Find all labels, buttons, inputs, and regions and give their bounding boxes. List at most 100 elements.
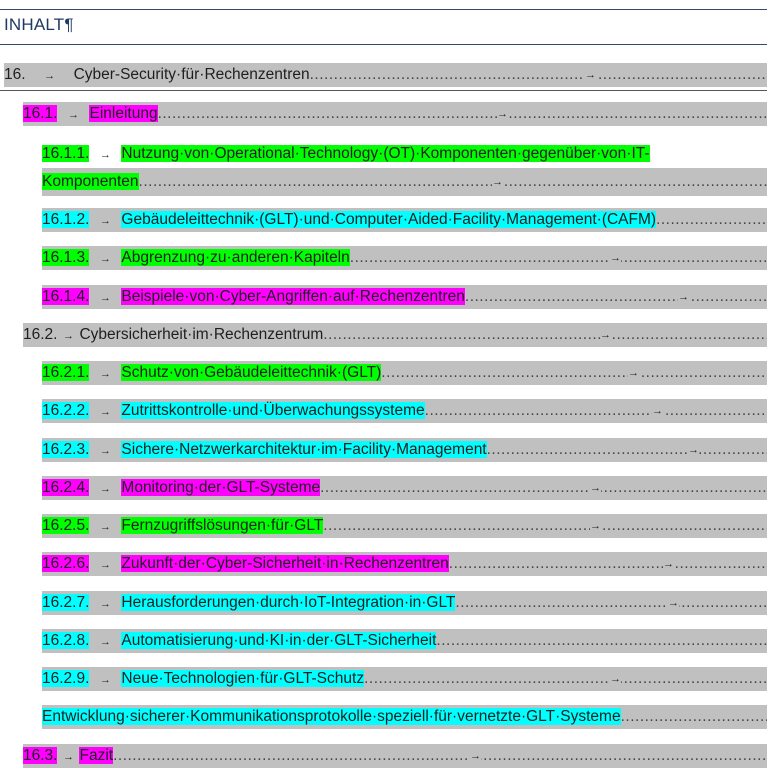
toc-entry-title: Monitoring·der·GLT-Systeme xyxy=(121,479,321,496)
toc-entry[interactable]: 16.2.3. → Sichere·Netzwerkarchitektur·im·F… xyxy=(42,438,767,462)
toc-entry[interactable]: 16.2.7. → Herausforderungen·durch·IoT-Inte… xyxy=(42,591,767,615)
toc-entry[interactable]: 16.2.4. → Monitoring·der·GLT-Systeme......… xyxy=(42,476,767,500)
toc-entry[interactable]: 16.1.1. → Nutzung·von·Operational·Technolo… xyxy=(42,140,767,196)
toc-entry[interactable]: 16.1.4. → Beispiele·von·Cyber-Angriffen·au… xyxy=(42,285,767,309)
page-tab-arrow-icon: → xyxy=(590,476,601,500)
dot-leader: ........................................… xyxy=(364,670,767,687)
toc-entry[interactable]: 16.3. → Fazit.............................… xyxy=(23,744,767,768)
page-tab-arrow-icon: → xyxy=(678,285,689,309)
toc-entry[interactable]: 16.1.2. → Gebäudeleittechnik·(GLT)·und·Com… xyxy=(42,208,767,232)
page-tab-arrow-icon: → xyxy=(668,591,679,615)
toc-entry-title: Beispiele·von·Cyber-Angriffen·auf·Rechen… xyxy=(121,288,465,305)
toc-entry-title: Schutz·von·Gebäudeleittechnik·(GLT) xyxy=(121,364,382,381)
toc-entry-title: Zutrittskontrolle·und·Überwachungssystem… xyxy=(121,402,425,419)
toc-entry[interactable]: 16.1.3. → Abgrenzung·zu·anderen·Kapiteln..… xyxy=(42,246,767,270)
toc-entry-title: Gebäudeleittechnik·(GLT)·und·Computer·Ai… xyxy=(121,211,657,228)
tab-arrow-icon: → xyxy=(67,109,79,121)
toc-entry-number: 16.1. xyxy=(23,105,58,122)
page-tab-arrow-icon: → xyxy=(497,102,508,126)
dot-leader: ........................................… xyxy=(113,747,767,764)
toc-entry-number: 16.2.9. xyxy=(42,670,90,687)
toc-entry-title: Entwicklung·sicherer·Kommunikationsproto… xyxy=(42,708,621,725)
toc-entry-title: Herausforderungen·durch·IoT-Integration·… xyxy=(121,594,456,611)
toc-entry-number: 16.1.2. xyxy=(42,211,90,228)
page-tab-arrow-icon: → xyxy=(652,399,663,423)
dot-leader: ........................................… xyxy=(381,364,767,381)
toc-entry[interactable]: 16.2. → Cybersicherheit·im·Rechenzentrum..… xyxy=(23,323,767,347)
page-tab-arrow-icon: → xyxy=(492,168,503,196)
toc-entry-number: 16.1.4. xyxy=(42,288,90,305)
dot-leader: ........................................… xyxy=(424,402,767,419)
tab-arrow-icon: → xyxy=(99,215,111,227)
toc-entry-number: 16.1.1. xyxy=(42,145,90,162)
toc-entry[interactable]: 16.1. → Einleitung........................… xyxy=(23,102,767,126)
tab-arrow-icon: → xyxy=(99,598,111,610)
dot-leader: ........................................… xyxy=(436,632,767,649)
page-tab-arrow-icon: → xyxy=(610,246,621,270)
page-tab-arrow-icon: → xyxy=(470,744,481,768)
dot-leader: ........................................… xyxy=(455,594,767,611)
tab-arrow-icon: → xyxy=(62,330,74,342)
tab-arrow-icon: → xyxy=(99,149,111,161)
dot-leader: ........................................… xyxy=(320,479,767,496)
dot-leader: ........................................… xyxy=(656,211,767,228)
toc-entry[interactable]: 16.2.6. → Zukunft·der·Cyber-Sicherheit·in·… xyxy=(42,552,767,576)
toc-entry-number: 16.2.2. xyxy=(42,402,90,419)
dot-leader: ........................................… xyxy=(309,66,767,83)
tab-arrow-icon: → xyxy=(99,253,111,265)
toc-entry-title: Nutzung·von·Operational·Technology·(OT)·… xyxy=(121,145,650,162)
dot-leader: ........................................… xyxy=(464,288,767,305)
page-tab-arrow-icon: → xyxy=(585,63,596,87)
toc-entry[interactable]: 16.2.8. → Automatisierung·und·KI·in·der·GL… xyxy=(42,629,767,653)
dot-leader: ........................................… xyxy=(486,441,767,458)
toc-entry[interactable]: 16.2.2. → Zutrittskontrolle·und·Überwachun… xyxy=(42,399,767,423)
tab-arrow-icon: → xyxy=(44,70,56,82)
tab-arrow-icon: → xyxy=(62,751,74,763)
toc-entry-number: 16.2.8. xyxy=(42,632,90,649)
toc-entry[interactable]: 16.2.1. → Schutz·von·Gebäudeleittechnik·(G… xyxy=(42,361,767,385)
toc-heading: INHALT¶ xyxy=(4,15,74,34)
toc-entry-number: 16.2.1. xyxy=(42,364,90,381)
toc-entry-number: 16.2.6. xyxy=(42,555,90,572)
toc-entry-title: Abgrenzung·zu·anderen·Kapiteln xyxy=(121,249,350,266)
toc-entry-title: Cyber-Security·für·Rechenzentren xyxy=(73,66,310,83)
toc-entry[interactable]: Entwicklung·sicherer·Kommunikationsproto… xyxy=(42,705,767,729)
toc-entry-number: 16.2. xyxy=(23,326,58,343)
section-rule xyxy=(0,90,767,91)
toc-entry-title: Einleitung xyxy=(89,105,158,122)
toc-entry-title: Zukunft·der·Cyber-Sicherheit·in·Rechenze… xyxy=(121,555,449,572)
toc-entry-title: Sichere·Netzwerkarchitektur·im·Facility·… xyxy=(121,441,487,458)
dot-leader: ........................................… xyxy=(620,708,767,725)
toc-entry-number: 16.1.3. xyxy=(42,249,90,266)
tab-arrow-icon: → xyxy=(99,674,111,686)
tab-arrow-icon: → xyxy=(99,406,111,418)
toc-entry[interactable]: 16.2.9. → Neue·Technologien·für·GLT-Schutz… xyxy=(42,667,767,691)
page-tab-arrow-icon: → xyxy=(688,438,699,462)
toc-entry-title-continued: Komponenten xyxy=(42,173,139,190)
dot-leader: ........................................… xyxy=(323,517,767,534)
tab-arrow-icon: → xyxy=(99,559,111,571)
toc-entry[interactable]: 16. → Cyber-Security·für·Rechenzentren....… xyxy=(4,63,767,87)
toc-entry-title: Fernzugriffslösungen·für·GLT xyxy=(121,517,324,534)
tab-arrow-icon: → xyxy=(99,636,111,648)
dot-leader: ........................................… xyxy=(448,555,767,572)
toc-entry-number: 16.2.4. xyxy=(42,479,90,496)
toc-entry-title: Fazit xyxy=(79,747,114,764)
toc-entry[interactable]: 16.2.5. → Fernzugriffslösungen·für·GLT....… xyxy=(42,514,767,538)
page-tab-arrow-icon: → xyxy=(628,361,639,385)
toc-entry-title: Automatisierung·und·KI·in·der·GLT-Sicher… xyxy=(121,632,437,649)
dot-leader: ........................................… xyxy=(138,173,767,190)
page-tab-arrow-icon: → xyxy=(600,323,611,347)
page-tab-arrow-icon: → xyxy=(590,514,601,538)
tab-arrow-icon: → xyxy=(99,483,111,495)
top-rule xyxy=(0,9,767,10)
page-tab-arrow-icon: → xyxy=(663,552,674,576)
tab-arrow-icon: → xyxy=(99,292,111,304)
toc-entry-title: Cybersicherheit·im·Rechenzentrum xyxy=(79,326,324,343)
toc-entry-number: 16.2.3. xyxy=(42,441,90,458)
toc-entry-number: 16.2.7. xyxy=(42,594,90,611)
tab-arrow-icon: → xyxy=(99,521,111,533)
dot-leader: ........................................… xyxy=(349,249,767,266)
toc-entry-number: 16.2.5. xyxy=(42,517,90,534)
toc-entry-title: Neue·Technologien·für·GLT-Schutz xyxy=(121,670,365,687)
